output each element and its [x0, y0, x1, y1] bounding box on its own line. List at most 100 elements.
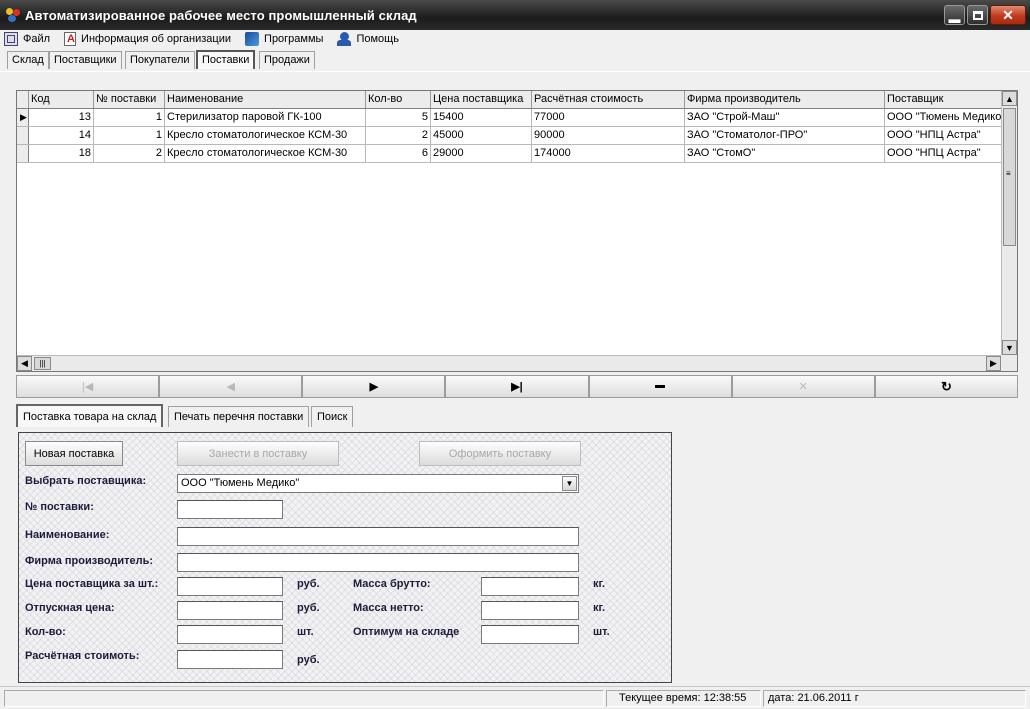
- row-indicator: [17, 145, 29, 162]
- cell-code[interactable]: 18: [29, 145, 94, 162]
- cell-supplier-price[interactable]: 29000: [431, 145, 532, 162]
- vertical-scroll-thumb[interactable]: ≡: [1003, 108, 1016, 246]
- menu-bar: Файл A Информация об организации Програм…: [0, 30, 1030, 48]
- menu-file[interactable]: Файл: [4, 32, 50, 46]
- cell-qty[interactable]: 2: [366, 127, 431, 144]
- nav-next-button[interactable]: ▶: [302, 375, 446, 398]
- qty-field[interactable]: [177, 625, 283, 644]
- file-icon: [4, 32, 18, 46]
- prior-record-icon: ◀: [226, 381, 235, 393]
- sale-price-field[interactable]: [177, 601, 283, 620]
- name-field[interactable]: [177, 527, 579, 546]
- cell-name[interactable]: Стерилизатор паровой ГК-100: [165, 109, 366, 126]
- menu-org-info[interactable]: A Информация об организации: [64, 32, 231, 46]
- table-row[interactable]: 14 1 Кресло стоматологическое КСМ-30 2 4…: [17, 127, 1001, 145]
- window-title: Автоматизированное рабочее место промышл…: [25, 7, 417, 23]
- tab-suppliers[interactable]: Поставщики: [49, 51, 122, 69]
- column-header-total[interactable]: Расчётная стоимость: [532, 91, 685, 108]
- net-weight-field[interactable]: [481, 601, 579, 620]
- cell-supplier[interactable]: ООО "НПЦ Астра": [885, 145, 1001, 162]
- nav-first-button[interactable]: |◀: [16, 375, 160, 398]
- scroll-right-button[interactable]: ▶: [986, 356, 1001, 371]
- menu-org-info-label: Информация об организации: [81, 33, 232, 45]
- chevron-down-icon[interactable]: ▼: [562, 476, 577, 491]
- horizontal-scroll-thumb[interactable]: |||: [34, 357, 51, 370]
- cell-name[interactable]: Кресло стоматологическое КСМ-30: [165, 145, 366, 162]
- scroll-left-button[interactable]: ◀: [17, 356, 32, 371]
- first-record-icon: |◀: [81, 381, 94, 393]
- table-row[interactable]: 18 2 Кресло стоматологическое КСМ-30 6 2…: [17, 145, 1001, 163]
- cell-qty[interactable]: 6: [366, 145, 431, 162]
- cell-name[interactable]: Кресло стоматологическое КСМ-30: [165, 127, 366, 144]
- nav-last-button[interactable]: ▶|: [445, 375, 589, 398]
- cell-manufacturer[interactable]: ЗАО "СтомО": [685, 145, 885, 162]
- column-header-manufacturer[interactable]: Фирма производитель: [685, 91, 885, 108]
- chevron-left-icon: ◀: [21, 358, 28, 368]
- maximize-button[interactable]: [967, 5, 988, 25]
- column-header-supplier-price[interactable]: Цена поставщика: [431, 91, 532, 108]
- delivery-no-field[interactable]: [177, 500, 283, 519]
- tab-delivery-to-warehouse[interactable]: Поставка товара на склад: [16, 404, 164, 427]
- nav-refresh-button[interactable]: ↻: [874, 375, 1018, 398]
- optimum-field[interactable]: [481, 625, 579, 644]
- column-header-name[interactable]: Наименование: [165, 91, 366, 108]
- vertical-scrollbar[interactable]: ▲ ≡ ▼: [1001, 91, 1017, 355]
- table-row[interactable]: ▶ 13 1 Стерилизатор паровой ГК-100 5 154…: [17, 109, 1001, 127]
- programs-icon: [245, 32, 260, 46]
- add-to-delivery-button[interactable]: Занести в поставку: [177, 441, 339, 466]
- column-header-code[interactable]: Код: [29, 91, 94, 108]
- column-header-supplier[interactable]: Поставщик: [885, 91, 1001, 108]
- cell-supplier-price[interactable]: 45000: [431, 127, 532, 144]
- cell-delivery-no[interactable]: 1: [94, 109, 165, 126]
- nav-delete-button[interactable]: [588, 375, 732, 398]
- tab-deliveries[interactable]: Поставки: [196, 50, 256, 69]
- tab-print-delivery-list[interactable]: Печать перечня поставки: [168, 406, 310, 427]
- total-field[interactable]: [177, 650, 283, 669]
- tab-customers[interactable]: Покупатели: [125, 51, 195, 69]
- cell-qty[interactable]: 5: [366, 109, 431, 126]
- cell-total[interactable]: 174000: [532, 145, 685, 162]
- close-button[interactable]: ✕: [990, 5, 1026, 25]
- tab-search[interactable]: Поиск: [311, 406, 354, 427]
- tab-warehouse[interactable]: Склад: [7, 51, 49, 69]
- menu-help[interactable]: Помощь: [337, 32, 399, 46]
- cell-total[interactable]: 90000: [532, 127, 685, 144]
- minimize-button[interactable]: ▬: [944, 5, 965, 26]
- supplier-select[interactable]: ООО "Тюмень Медико" ▼: [177, 474, 579, 493]
- status-panel-empty: [4, 690, 604, 707]
- cell-supplier[interactable]: ООО "НПЦ Астра": [885, 127, 1001, 144]
- grip-icon: ≡: [1006, 169, 1011, 178]
- cancel-icon: ✕: [798, 381, 808, 393]
- row-indicator: [17, 127, 29, 144]
- gross-weight-label: Масса брутто:: [353, 578, 431, 590]
- cell-supplier[interactable]: ООО "Тюмень Медико": [885, 109, 1001, 126]
- manufacturer-label: Фирма производитель:: [25, 555, 154, 567]
- new-delivery-button[interactable]: Новая поставка: [25, 441, 123, 466]
- scroll-up-button[interactable]: ▲: [1002, 91, 1017, 106]
- tab-sales[interactable]: Продажи: [259, 51, 315, 69]
- gross-weight-field[interactable]: [481, 577, 579, 596]
- nav-prior-button[interactable]: ◀: [159, 375, 303, 398]
- cell-delivery-no[interactable]: 1: [94, 127, 165, 144]
- supplier-price-field[interactable]: [177, 577, 283, 596]
- deliveries-grid[interactable]: Код № поставки Наименование Кол-во Цена …: [16, 90, 1018, 372]
- cell-manufacturer[interactable]: ЗАО "Строй-Маш": [685, 109, 885, 126]
- column-header-qty[interactable]: Кол-во: [366, 91, 431, 108]
- nav-cancel-button[interactable]: ✕: [731, 375, 875, 398]
- maximize-icon: [972, 10, 983, 20]
- cell-supplier-price[interactable]: 15400: [431, 109, 532, 126]
- cell-total[interactable]: 77000: [532, 109, 685, 126]
- manufacturer-field[interactable]: [177, 553, 579, 572]
- scroll-down-button[interactable]: ▼: [1002, 340, 1017, 355]
- cell-code[interactable]: 13: [29, 109, 94, 126]
- menu-file-label: Файл: [23, 33, 51, 45]
- last-record-icon: ▶|: [511, 381, 523, 393]
- cell-delivery-no[interactable]: 2: [94, 145, 165, 162]
- finish-delivery-button[interactable]: Оформить поставку: [419, 441, 581, 466]
- column-header-delivery-no[interactable]: № поставки: [94, 91, 165, 108]
- cell-code[interactable]: 14: [29, 127, 94, 144]
- menu-programs[interactable]: Программы: [245, 32, 323, 46]
- horizontal-scrollbar[interactable]: ◀ ||| ▶: [17, 355, 1001, 371]
- header-indicator: [17, 91, 29, 108]
- cell-manufacturer[interactable]: ЗАО "Стоматолог-ПРО": [685, 127, 885, 144]
